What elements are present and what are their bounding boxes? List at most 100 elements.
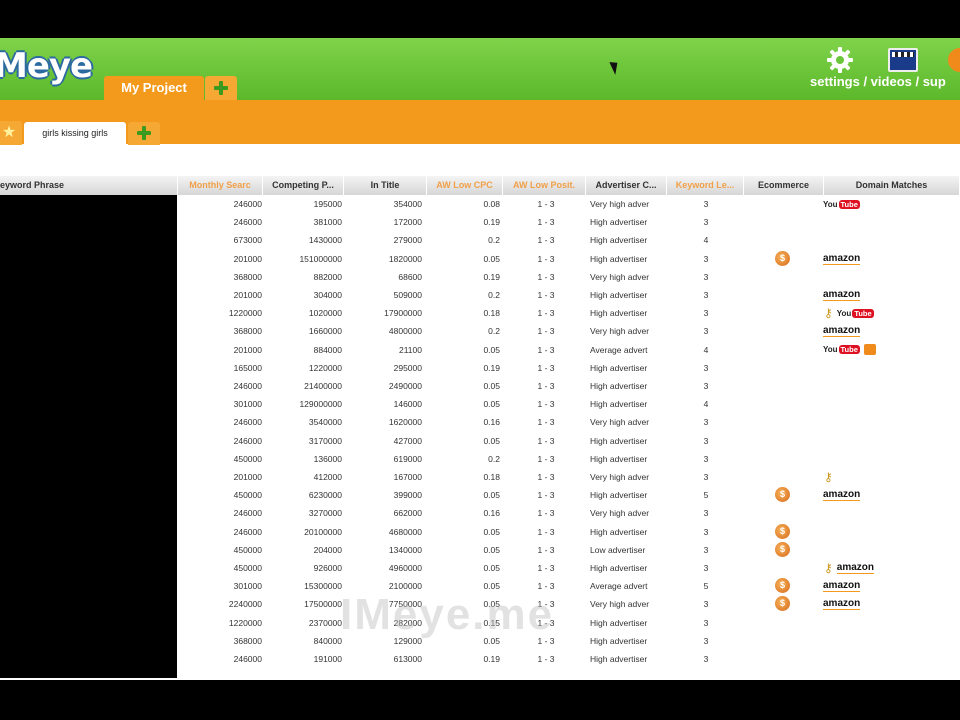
cell-cpc: 0.19: [483, 362, 500, 373]
table-row[interactable]: 368000 882000 68600 0.19 1 - 3 Very high adve…: [0, 268, 960, 286]
table-row[interactable]: 246000 3170000 427000 0.05 1 - 3 High adverti…: [0, 432, 960, 450]
cell-searches: 450000: [233, 453, 262, 464]
cell-competing: 381000: [313, 217, 342, 228]
domain-matches: You Tube: [823, 341, 876, 359]
ecommerce-coin-icon: $: [775, 596, 790, 612]
cell-adv: High advertiser: [590, 362, 648, 373]
youtube-icon: You Tube: [836, 308, 874, 318]
cell-competing: 1020000: [308, 308, 342, 319]
table-row[interactable]: 246000 21400000 2490000 0.05 1 - 3 High adver…: [0, 377, 960, 395]
table-row[interactable]: 450000 204000 1340000 0.05 1 - 3 Low advertis…: [0, 541, 960, 559]
table-row[interactable]: 450000 136000 619000 0.2 1 - 3 High advertise…: [0, 450, 960, 468]
add-project-button[interactable]: [205, 76, 237, 100]
cell-adv: High advertiser: [590, 635, 648, 646]
amazon-logo-icon: amazon: [823, 325, 861, 338]
video-icon[interactable]: [888, 48, 918, 72]
cell-kl: 3: [703, 217, 709, 228]
table-row[interactable]: 246000 195000 354000 0.08 1 - 3 Very high adv…: [0, 195, 960, 213]
domain-matches: ⚷: [824, 468, 833, 486]
table-row[interactable]: 201000 151000000 1820000 0.05 1 - 3 High adve…: [0, 250, 960, 268]
table-header: eyword Phrase Monthly Searc Competing P...…: [0, 176, 960, 195]
column-header[interactable]: Advertiser C...: [586, 176, 667, 195]
cell-competing: 17500000: [304, 599, 342, 610]
cell-in-title: 399000: [393, 490, 422, 501]
table-row[interactable]: 246000 20100000 4680000 0.05 1 - 3 High adver…: [0, 523, 960, 541]
cell-adv: High advertiser: [590, 290, 648, 300]
cell-pos: 1 - 3: [537, 399, 555, 410]
cell-cpc: 0.05: [483, 344, 500, 355]
cell-pos: 1 - 3: [537, 563, 555, 573]
domain-matches: amazon: [823, 286, 861, 304]
cell-in-title: 613000: [393, 654, 422, 664]
table-row[interactable]: 201000 304000 509000 0.2 1 - 3 High advertise…: [0, 286, 960, 304]
header-links[interactable]: settings / videos / sup: [810, 74, 946, 89]
cell-cpc: 0.2: [488, 326, 500, 337]
cell-pos: 1 - 3: [537, 453, 555, 464]
cell-cpc: 0.18: [483, 472, 500, 482]
table-row[interactable]: 246000 3540000 1620000 0.16 1 - 3 Very high a…: [0, 413, 960, 431]
column-header[interactable]: In Title: [344, 176, 427, 195]
cell-adv: High advertiser: [590, 490, 648, 501]
cell-adv: Very high adver: [590, 199, 650, 209]
cell-competing: 304000: [313, 290, 342, 300]
table-row[interactable]: 165000 1220000 295000 0.19 1 - 3 High adverti…: [0, 359, 960, 377]
table-row[interactable]: 450000 6230000 399000 0.05 1 - 3 High adverti…: [0, 486, 960, 504]
column-header[interactable]: Ecommerce: [744, 176, 824, 195]
domain-matches: ⚷ You Tube: [824, 304, 874, 322]
cell-searches: 201000: [233, 290, 262, 300]
cell-kl: 3: [703, 326, 709, 337]
gear-icon[interactable]: [826, 46, 854, 74]
cell-competing: 1660000: [308, 326, 342, 337]
cell-adv: High advertiser: [590, 308, 648, 319]
domain-matches: amazon: [823, 577, 861, 595]
table-row[interactable]: 201000 412000 167000 0.18 1 - 3 Very high adv…: [0, 468, 960, 486]
table-row[interactable]: 368000 1660000 4800000 0.2 1 - 3 Very high ad…: [0, 322, 960, 340]
star-icon[interactable]: ★: [0, 121, 22, 145]
cell-searches: 246000: [233, 417, 262, 428]
column-header[interactable]: eyword Phrase: [0, 176, 178, 195]
column-header[interactable]: Monthly Searc: [178, 176, 263, 195]
cell-kl: 3: [703, 544, 709, 555]
cell-kl: 3: [703, 526, 709, 537]
cell-pos: 1 - 3: [537, 308, 555, 319]
app-window: Meye My Project settings / videos / sup …: [0, 38, 960, 680]
cell-searches: 1220000: [228, 617, 262, 628]
cell-kl: 3: [703, 362, 709, 373]
ecommerce-coin-icon: $: [775, 578, 790, 594]
cell-adv: Average advert: [590, 344, 648, 355]
cell-pos: 1 - 3: [537, 526, 555, 537]
cell-adv: High advertiser: [590, 617, 648, 628]
cell-cpc: 0.2: [488, 453, 500, 464]
tab-my-project[interactable]: My Project: [104, 76, 204, 100]
cell-in-title: 1620000: [388, 417, 422, 428]
cell-adv: High advertiser: [590, 235, 648, 246]
column-header[interactable]: Keyword Le...: [667, 176, 744, 195]
cell-cpc: 0.05: [483, 253, 500, 264]
ecommerce-coin-icon: $: [775, 487, 790, 503]
add-keyword-button[interactable]: [128, 122, 160, 145]
cell-searches: 201000: [233, 472, 262, 482]
column-header[interactable]: AW Low Posit.: [503, 176, 586, 195]
table-row[interactable]: 450000 926000 4960000 0.05 1 - 3 High adverti…: [0, 559, 960, 577]
table-row[interactable]: 246000 3270000 662000 0.16 1 - 3 Very high ad…: [0, 504, 960, 522]
table-row[interactable]: 246000 381000 172000 0.19 1 - 3 High advertis…: [0, 213, 960, 231]
column-header[interactable]: AW Low CPC: [427, 176, 503, 195]
cell-adv: Very high adver: [590, 472, 650, 482]
support-icon[interactable]: [948, 48, 960, 72]
cell-searches: 301000: [233, 399, 262, 410]
cell-cpc: 0.18: [483, 308, 500, 319]
table-row[interactable]: 673000 1430000 279000 0.2 1 - 3 High advertis…: [0, 231, 960, 249]
cell-pos: 1 - 3: [537, 290, 555, 300]
cell-kl: 5: [703, 490, 709, 501]
cell-competing: 3540000: [308, 417, 342, 428]
column-header[interactable]: Competing P...: [263, 176, 344, 195]
amazon-logo-icon: amazon: [823, 598, 861, 611]
cell-in-title: 4800000: [388, 326, 422, 337]
tab-keyword[interactable]: girls kissing girls: [24, 122, 126, 145]
column-header[interactable]: Domain Matches: [824, 176, 960, 195]
table-row[interactable]: 246000 191000 613000 0.19 1 - 3 High advertis…: [0, 650, 960, 668]
table-row[interactable]: 201000 884000 21100 0.05 1 - 3 Average advert…: [0, 341, 960, 359]
table-row[interactable]: 301000 129000000 146000 0.05 1 - 3 High adver…: [0, 395, 960, 413]
table-row[interactable]: 1220000 1020000 17900000 0.18 1 - 3 High adve…: [0, 304, 960, 322]
cell-searches: 450000: [233, 563, 262, 573]
